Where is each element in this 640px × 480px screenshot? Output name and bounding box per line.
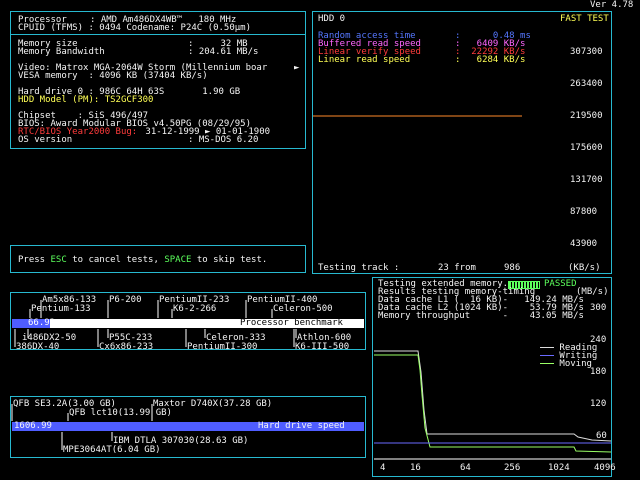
mem-xtick-64: 64	[460, 463, 471, 473]
mem-xtick-1024: 1024	[548, 463, 570, 473]
mem-line-moving	[374, 354, 612, 453]
mem-xtick-4: 4	[380, 463, 386, 473]
memory-timing-chart	[374, 350, 612, 460]
mem-xtick-256: 256	[504, 463, 521, 473]
legend-moving: Moving	[540, 360, 592, 369]
mem-xtick-16: 16	[410, 463, 421, 473]
legend-moving-swatch	[540, 363, 554, 364]
legend-writing-swatch	[540, 355, 554, 356]
mem-xtick-4096: 4096	[594, 463, 616, 473]
legend-reading-swatch	[540, 347, 554, 348]
